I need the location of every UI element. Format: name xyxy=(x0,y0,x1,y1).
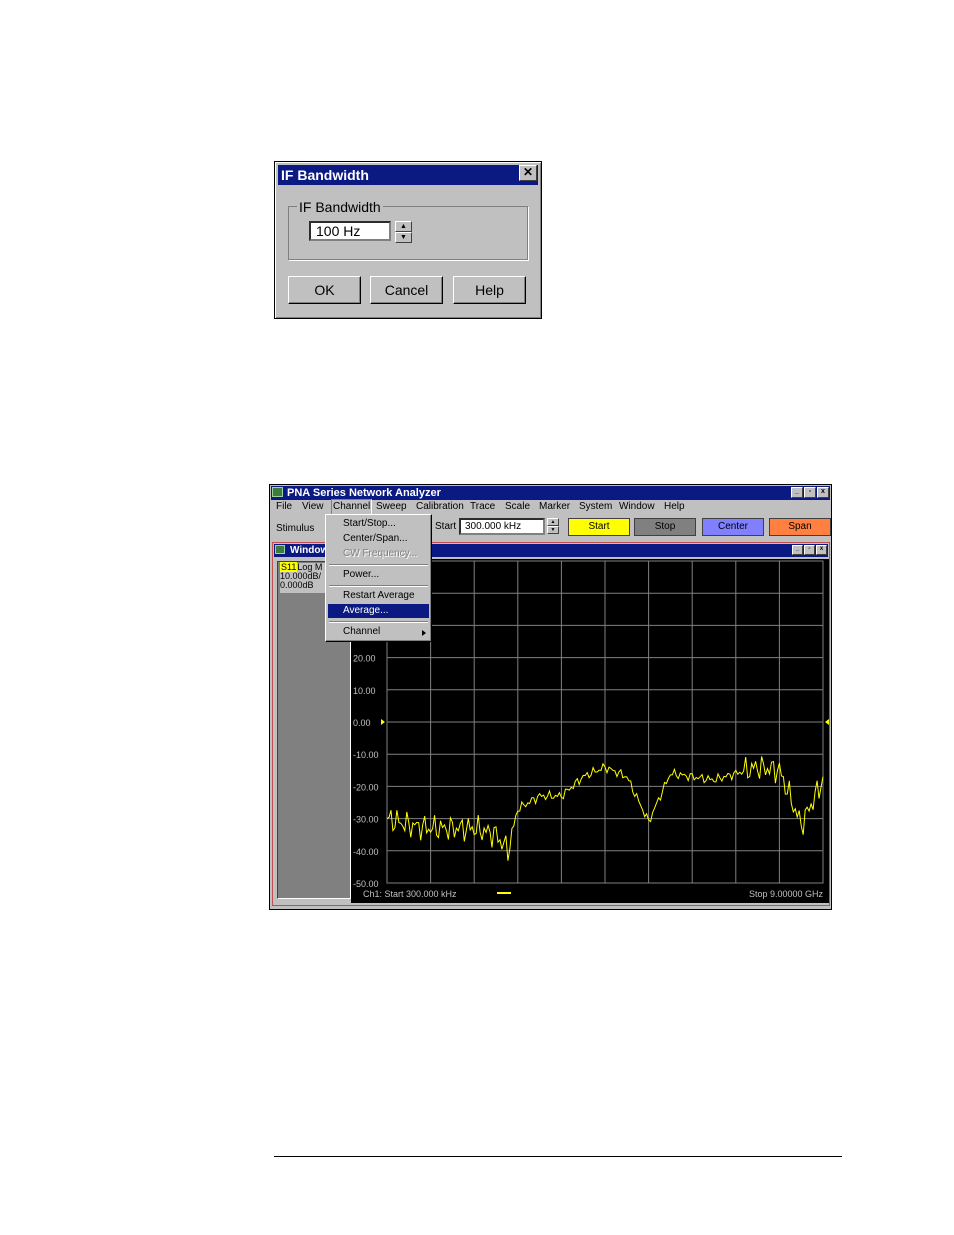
y-tick-label: 20.00 xyxy=(353,654,376,664)
menu-channel[interactable]: Channel xyxy=(331,499,373,515)
cancel-button[interactable]: Cancel xyxy=(370,276,443,304)
menu-separator xyxy=(329,585,428,587)
footer-start-label: Ch1: Start 300.000 kHz xyxy=(363,889,457,899)
menu-help[interactable]: Help xyxy=(664,500,685,514)
maximize-icon[interactable]: ▫ xyxy=(804,487,816,498)
menu-bar: File View Channel Sweep Calibration Trac… xyxy=(271,499,830,515)
menu-item-average[interactable]: Average... xyxy=(328,604,429,618)
stimulus-label[interactable]: Stimulus xyxy=(276,523,314,534)
group-label: IF Bandwidth xyxy=(297,199,383,215)
ok-button[interactable]: OK xyxy=(288,276,361,304)
y-tick-label: -40.00 xyxy=(353,847,379,857)
menu-view[interactable]: View xyxy=(302,500,324,514)
spin-down-icon[interactable]: ▼ xyxy=(547,526,559,534)
y-tick-label: 0.00 xyxy=(353,718,371,728)
start-frequency-input[interactable]: 300.000 kHz xyxy=(459,518,545,535)
dialog-title: IF Bandwidth xyxy=(278,165,538,185)
stop-button[interactable]: Stop xyxy=(634,518,696,536)
bandwidth-spinner[interactable]: ▲ ▼ xyxy=(395,221,412,243)
minimize-icon[interactable]: _ xyxy=(791,487,803,498)
y-tick-label: -20.00 xyxy=(353,782,379,792)
trace-ref: 0.000dB xyxy=(280,580,314,590)
start-label: Start xyxy=(435,521,457,532)
y-tick-label: -30.00 xyxy=(353,815,379,825)
spin-up-icon[interactable]: ▲ xyxy=(395,221,412,232)
maximize-icon[interactable]: ▫ xyxy=(804,545,815,555)
window-icon xyxy=(275,545,285,554)
menu-marker[interactable]: Marker xyxy=(539,500,570,514)
start-spinner[interactable]: ▲ ▼ xyxy=(547,518,559,535)
menu-trace[interactable]: Trace xyxy=(470,500,495,514)
close-icon[interactable]: x xyxy=(817,487,829,498)
menu-item-start-stop[interactable]: Start/Stop... xyxy=(328,517,429,531)
span-button[interactable]: Span xyxy=(769,518,831,536)
menu-separator xyxy=(329,564,428,566)
menu-scale[interactable]: Scale xyxy=(505,500,530,514)
footer-stop-label: Stop 9.00000 GHz xyxy=(749,889,824,899)
menu-item-power[interactable]: Power... xyxy=(328,568,429,582)
menu-separator xyxy=(329,621,428,623)
menu-item-cw-frequency: CW Frequency... xyxy=(343,548,418,559)
close-icon[interactable]: ✕ xyxy=(519,165,537,181)
if-bandwidth-input[interactable]: 100 Hz xyxy=(309,221,391,241)
spin-down-icon[interactable]: ▼ xyxy=(395,232,412,243)
menu-file[interactable]: File xyxy=(276,500,292,514)
app-icon xyxy=(272,487,283,497)
submenu-arrow-icon xyxy=(422,630,426,636)
page-footer-rule xyxy=(274,1156,842,1157)
start-button[interactable]: Start xyxy=(568,518,630,536)
menu-system[interactable]: System xyxy=(579,500,612,514)
menu-item-channel[interactable]: Channel xyxy=(328,625,429,639)
app-title: PNA Series Network Analyzer xyxy=(271,486,830,500)
menu-calibration[interactable]: Calibration xyxy=(416,500,464,514)
y-tick-label: 10.00 xyxy=(353,686,376,696)
if-bandwidth-dialog: IF Bandwidth ✕ IF Bandwidth 100 Hz ▲ ▼ O… xyxy=(274,161,542,319)
spin-up-icon[interactable]: ▲ xyxy=(547,518,559,526)
y-tick-label: -10.00 xyxy=(353,750,379,760)
menu-window[interactable]: Window xyxy=(619,500,655,514)
center-button[interactable]: Center xyxy=(702,518,764,536)
minimize-icon[interactable]: _ xyxy=(792,545,803,555)
menu-item-center-span[interactable]: Center/Span... xyxy=(328,532,429,546)
menu-sweep[interactable]: Sweep xyxy=(376,500,407,514)
close-icon[interactable]: x xyxy=(816,545,827,555)
channel-menu: Start/Stop... Center/Span... CW Frequenc… xyxy=(325,514,432,642)
y-tick-label: -50.00 xyxy=(353,879,379,889)
help-button[interactable]: Help xyxy=(453,276,526,304)
menu-item-restart-average[interactable]: Restart Average xyxy=(328,589,429,603)
